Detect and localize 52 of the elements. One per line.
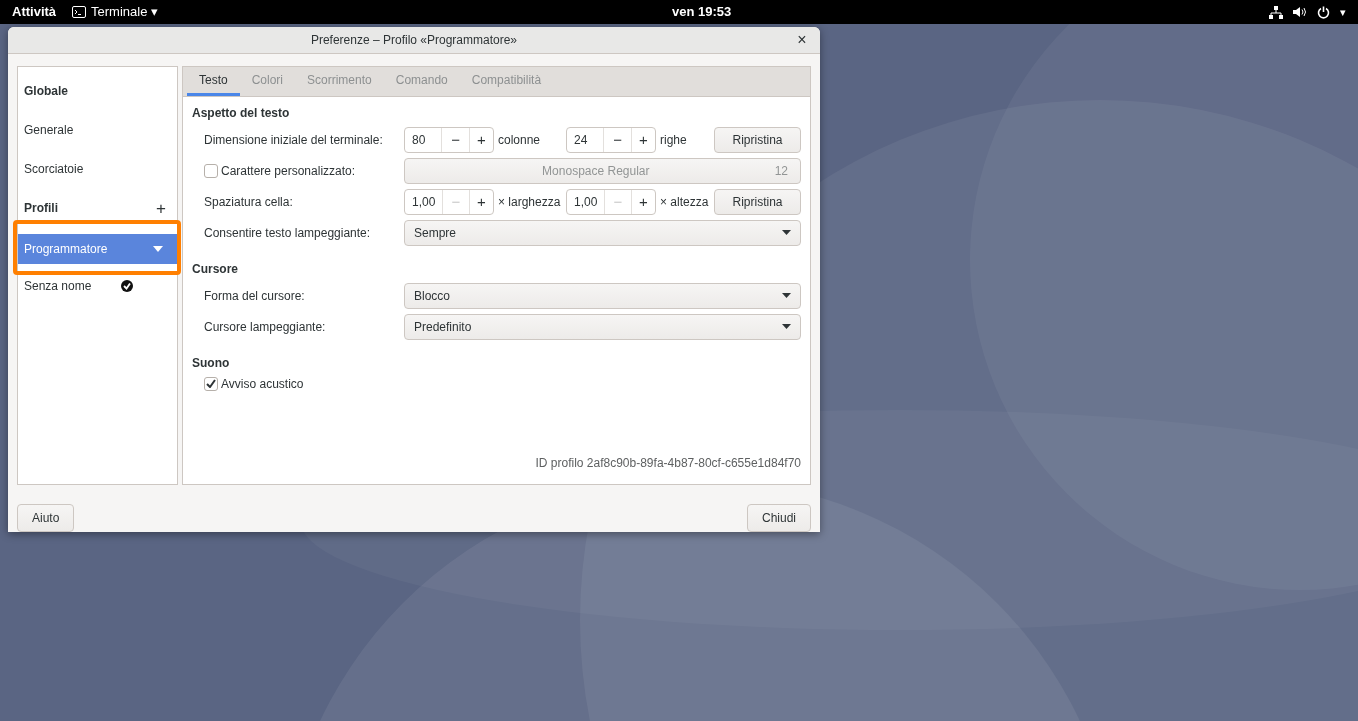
unit-label: × altezza	[660, 193, 710, 211]
close-button[interactable]: ×	[792, 30, 812, 50]
field-label: Carattere personalizzato:	[221, 162, 356, 180]
profile-item[interactable]: Senza nome	[18, 269, 177, 303]
section-header: Profili	[24, 200, 59, 218]
power-icon	[1317, 5, 1330, 19]
profile-name: Senza nome	[24, 278, 93, 296]
field-label: Dimensione iniziale del terminale:	[204, 131, 383, 149]
network-icon	[1269, 5, 1283, 19]
help-button[interactable]: Aiuto	[17, 504, 75, 532]
dropdown-value: Sempre	[414, 224, 458, 242]
dropdown[interactable]: Blocco	[404, 282, 801, 309]
dropdown-value: Blocco	[414, 287, 452, 305]
check-icon	[206, 379, 216, 389]
caret-icon	[153, 245, 163, 252]
caret-icon	[782, 230, 791, 236]
unit-label: × larghezza	[498, 193, 562, 211]
section-title: Suono	[192, 354, 231, 372]
caret-icon	[782, 324, 791, 330]
profile-name: Programmatore	[24, 240, 109, 258]
font-name: Monospace Regular	[541, 162, 651, 180]
reset-button[interactable]: Ripristina	[714, 126, 801, 153]
field-label: Cursore lampeggiante:	[204, 318, 326, 336]
reset-button[interactable]: Ripristina	[714, 188, 801, 215]
sidebar-item[interactable]: Generale	[18, 110, 177, 150]
field-label: Consentire testo lampeggiante:	[204, 224, 371, 242]
add-profile-button[interactable]: +	[151, 195, 171, 222]
activities-button[interactable]: Attività	[12, 2, 57, 22]
close-dialog-button[interactable]: Chiudi	[746, 504, 811, 532]
section-header: Globale	[24, 83, 69, 101]
unit-label: colonne	[498, 131, 542, 149]
field-label: Forma del cursore:	[204, 287, 305, 305]
section-title: Aspetto del testo	[192, 104, 291, 122]
field-label: Spaziatura cella:	[204, 193, 293, 211]
checkbox[interactable]	[204, 376, 218, 391]
unit-label: righe	[660, 131, 688, 149]
dropdown-value: Predefinito	[414, 318, 473, 336]
section-title: Cursore	[192, 260, 239, 278]
font-size: 12	[774, 162, 788, 180]
profile-id-text: ID profilo 2af8c90b-89fa-4b87-80cf-c655e1d84f70	[535, 454, 801, 472]
app-menu-button[interactable]: Terminale ▾	[91, 2, 159, 22]
clock-text[interactable]: ven 19:53	[672, 2, 732, 22]
dropdown[interactable]: Sempre	[404, 219, 801, 246]
window-title: Preferenze – Profilo «Programmatore»	[310, 32, 518, 49]
tab[interactable]: Testo	[187, 65, 240, 96]
speaker-icon	[1293, 6, 1307, 18]
dropdown[interactable]: Predefinito	[404, 313, 801, 340]
terminal-icon	[72, 6, 87, 18]
sidebar-item[interactable]: Scorciatoie	[18, 149, 177, 189]
checkbox-label: Avviso acustico	[221, 375, 304, 393]
caret-icon	[782, 293, 791, 299]
system-menu-caret[interactable]: ▾	[1340, 3, 1346, 21]
